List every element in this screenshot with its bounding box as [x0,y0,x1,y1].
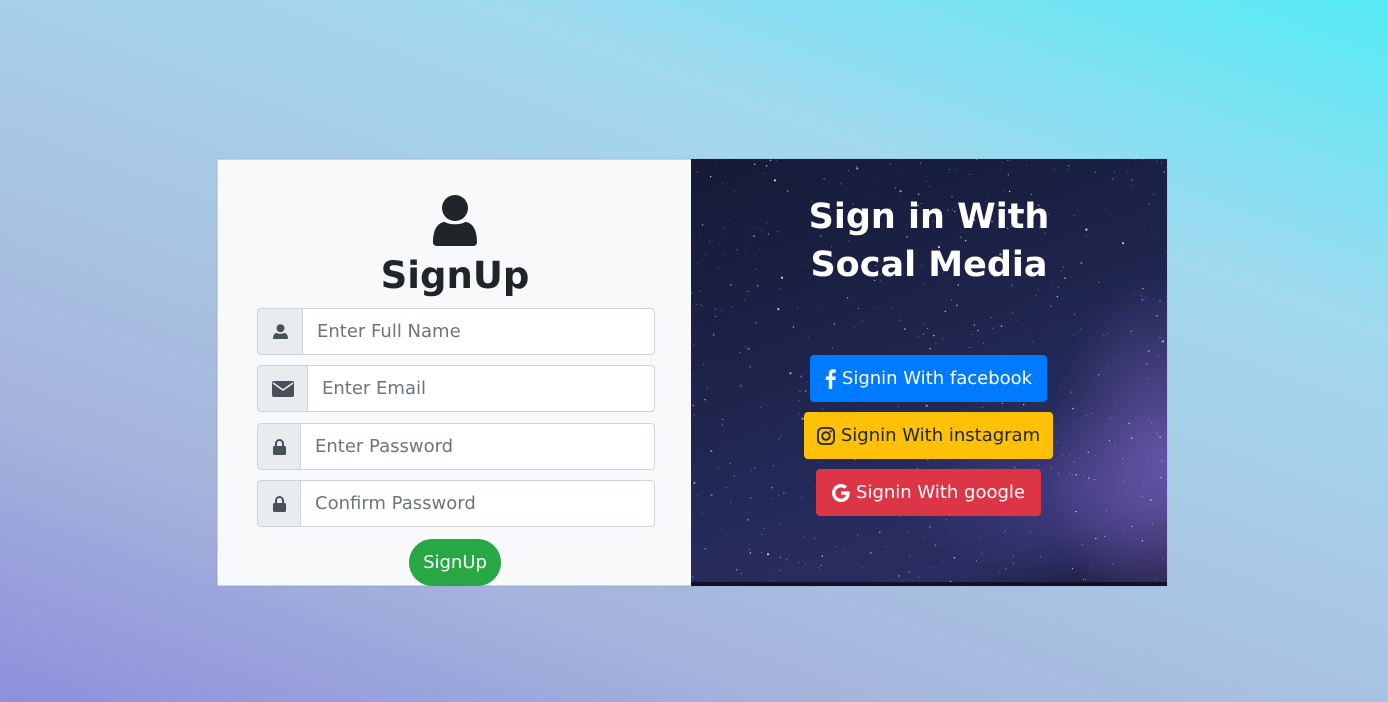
instagram-icon [816,426,835,445]
user-avatar-icon [433,195,477,246]
lock-icon [272,495,286,512]
facebook-signin-label: Signin With facebook [841,368,1033,389]
password-addon [257,423,301,470]
google-signin-label: Signin With google [856,482,1025,503]
social-title: Sign in With Socal Media [691,193,1167,289]
password-field [257,423,655,470]
social-title-line1: Sign in With [808,197,1050,237]
signup-button[interactable]: SignUp [409,539,501,586]
email-addon [257,365,308,412]
page-title: SignUp [380,254,530,297]
facebook-icon [825,368,836,389]
email-field [257,365,655,412]
panel-bottom-edge [691,582,1167,586]
envelope-icon [271,380,294,397]
facebook-signin-button[interactable]: Signin With facebook [810,355,1047,402]
social-title-line2: Socal Media [810,245,1048,285]
google-icon [832,483,850,502]
email-input[interactable] [308,365,655,412]
social-panel: Sign in With Socal Media Signin With fac… [691,159,1167,586]
confirm-password-input[interactable] [301,480,655,527]
google-signin-button[interactable]: Signin With google [816,469,1041,516]
full-name-input[interactable] [303,308,655,355]
signup-card: SignUp Enter Full Name Enter Email SignU… [217,159,1167,586]
password-input[interactable] [301,423,655,470]
instagram-signin-button[interactable]: Signin With instagram [804,412,1053,459]
signup-panel: SignUp Enter Full Name Enter Email SignU… [217,159,691,586]
instagram-signin-label: Signin With instagram [840,425,1041,446]
lock-icon [272,438,286,455]
full-name-field [257,308,655,355]
full-name-addon [257,308,303,355]
confirm-password-field [257,480,655,527]
confirm-password-addon [257,480,301,527]
user-icon [272,323,288,339]
